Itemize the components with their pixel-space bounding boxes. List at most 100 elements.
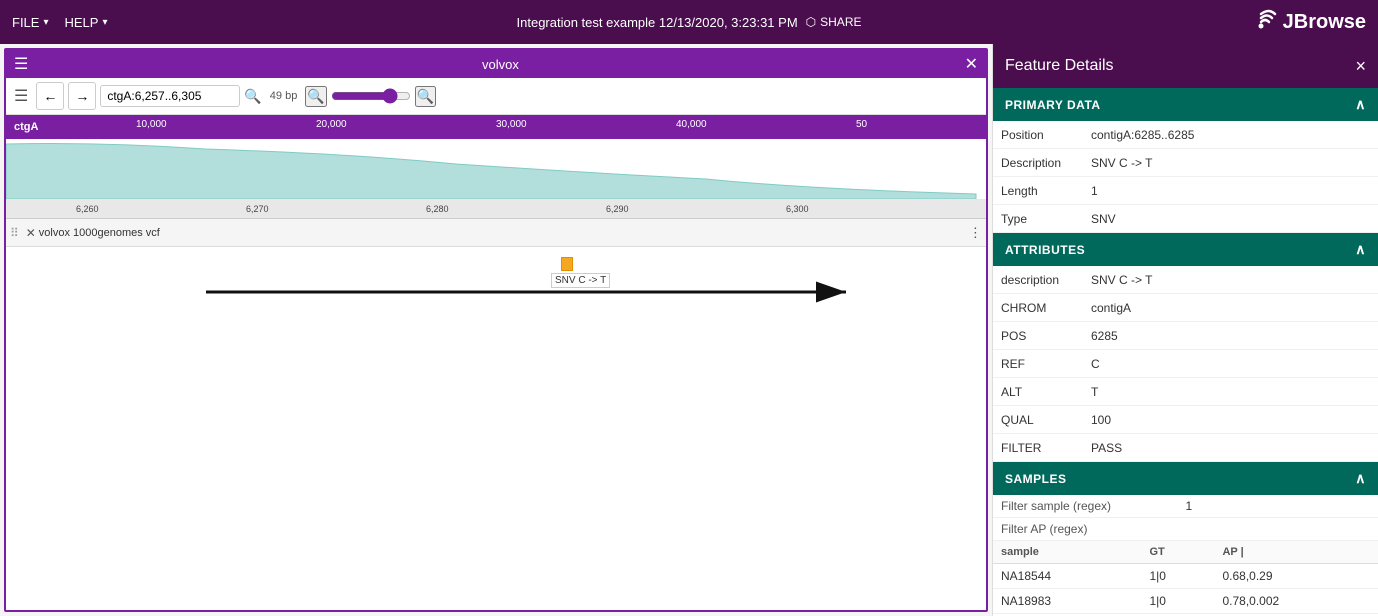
attr-row-filter: FILTER PASS	[993, 434, 1378, 462]
zoom-out-icon[interactable]: 🔍	[305, 86, 326, 107]
mini-ruler: 6,260 6,270 6,280 6,290 6,300	[6, 199, 986, 219]
ruler-tick-4: 40,000	[676, 119, 707, 130]
help-menu[interactable]: HELP ▾	[65, 15, 108, 30]
ap-na18544: 0.68,0.29	[1214, 564, 1378, 589]
sample-table: sample GT AP | NA18544 1|0 0.68,0.29 NA1…	[993, 541, 1378, 616]
snv-marker[interactable]	[561, 257, 573, 271]
primary-data-row-length: Length 1	[993, 177, 1378, 205]
mini-tick-4: 6,290	[606, 204, 629, 214]
session-title: Integration test example 12/13/2020, 3:2…	[517, 15, 798, 30]
filter-gt-row: Filter sample (regex)	[993, 495, 1378, 518]
session-title-area: Integration test example 12/13/2020, 3:2…	[517, 15, 862, 30]
mini-tick-2: 6,270	[246, 204, 269, 214]
genome-window-title: volvox	[36, 57, 964, 72]
file-menu-caret: ▾	[43, 17, 48, 28]
sample-na18983: NA18983	[993, 589, 1141, 614]
sample-row-na18544: NA18544 1|0 0.68,0.29	[993, 564, 1378, 589]
track-label-area: ⠿ ✕ volvox 1000genomes vcf ⋮	[6, 219, 986, 247]
search-button[interactable]: 🔍	[244, 88, 261, 105]
zoom-in-icon[interactable]: 🔍	[415, 86, 436, 107]
samples-chevron-icon: ∧	[1355, 470, 1366, 487]
track-close-button[interactable]: ✕	[23, 225, 39, 241]
top-bar-left: FILE ▾ HELP ▾	[12, 15, 108, 30]
hamburger-icon[interactable]: ☰	[14, 54, 28, 74]
feature-details-header: Feature Details ×	[993, 44, 1378, 88]
mini-tick-3: 6,280	[426, 204, 449, 214]
primary-data-row-description: Description SNV C -> T	[993, 149, 1378, 177]
sample-table-body: NA18544 1|0 0.68,0.29 NA18983 1|0 0.78,0…	[993, 564, 1378, 616]
ruler-ticks: 10,000 20,000 30,000 40,000 50	[6, 115, 986, 139]
samples-section-header[interactable]: SAMPLES ∧	[993, 462, 1378, 495]
ap-na18983: 0.78,0.002	[1214, 589, 1378, 614]
jbrowse-logo: JBrowse	[1245, 6, 1366, 38]
sample-row-na18983: NA18983 1|0 0.78,0.002	[993, 589, 1378, 614]
primary-data-chevron-icon: ∧	[1355, 96, 1366, 113]
attr-row-description: description SNV C -> T	[993, 266, 1378, 294]
ap-col-header: AP |	[1214, 541, 1378, 564]
overview-track	[6, 139, 986, 199]
attributes-section-header[interactable]: ATTRIBUTES ∧	[993, 233, 1378, 266]
feature-details-close-button[interactable]: ×	[1355, 56, 1366, 77]
sample-col-header: sample	[993, 541, 1141, 564]
primary-data-row-type: Type SNV	[993, 205, 1378, 233]
attr-row-alt: ALT T	[993, 378, 1378, 406]
nav-back-button[interactable]: ←	[36, 82, 64, 110]
chromosome-ruler: ctgA 10,000 20,000 30,000 40,000 50	[6, 115, 986, 139]
col-resize-handle[interactable]: |	[1241, 546, 1245, 558]
ruler-tick-2: 20,000	[316, 119, 347, 130]
list-icon[interactable]: ☰	[14, 86, 28, 106]
filter-gt-input[interactable]	[1186, 499, 1371, 513]
primary-data-rows: Position contigA:6285..6285 Description …	[993, 121, 1378, 233]
samples-section-label: SAMPLES	[1005, 472, 1067, 486]
share-button[interactable]: ⬡ SHARE	[806, 15, 862, 29]
track-drag-handle-icon[interactable]: ⠿	[10, 226, 19, 240]
attr-row-qual: QUAL 100	[993, 406, 1378, 434]
gt-na18983: 1|0	[1141, 589, 1214, 614]
left-panel: ☰ volvox ✕ ☰ ← → 🔍 49 bp 🔍 🔍	[0, 44, 992, 616]
attr-row-ref: REF C	[993, 350, 1378, 378]
primary-data-section-header[interactable]: PRIMARY DATA ∧	[993, 88, 1378, 121]
attr-row-chrom: CHROM contigA	[993, 294, 1378, 322]
share-icon: ⬡	[806, 15, 816, 29]
attr-row-pos: POS 6285	[993, 322, 1378, 350]
overview-curve-svg	[6, 139, 986, 199]
filter-ap-input[interactable]	[1186, 522, 1371, 536]
feature-details-title: Feature Details	[1005, 57, 1355, 75]
jbrowse-logo-icon	[1245, 6, 1277, 38]
track-menu-button[interactable]: ⋮	[969, 225, 982, 241]
big-arrow-annotation	[6, 267, 906, 317]
snv-label: SNV C -> T	[551, 273, 610, 288]
detail-track: SNV C -> T	[6, 247, 986, 327]
location-input[interactable]	[100, 85, 240, 107]
primary-data-section-label: PRIMARY DATA	[1005, 98, 1101, 112]
sample-na18544: NA18544	[993, 564, 1141, 589]
nav-forward-button[interactable]: →	[68, 82, 96, 110]
help-menu-label: HELP	[65, 15, 99, 30]
track-area: ctgA 10,000 20,000 30,000 40,000 50	[6, 115, 986, 610]
genome-window: ☰ volvox ✕ ☰ ← → 🔍 49 bp 🔍 🔍	[4, 48, 988, 612]
attributes-section-label: ATTRIBUTES	[1005, 243, 1085, 257]
jbrowse-logo-text: JBrowse	[1283, 11, 1366, 34]
top-bar-right: JBrowse	[1245, 6, 1366, 38]
genome-window-close-icon[interactable]: ✕	[965, 54, 978, 74]
sample-table-header-row: sample GT AP |	[993, 541, 1378, 564]
mini-tick-1: 6,260	[76, 204, 99, 214]
zoom-slider-container	[331, 88, 411, 104]
gt-col-header: GT	[1141, 541, 1214, 564]
zoom-info: 49 bp	[270, 90, 298, 102]
attributes-rows: description SNV C -> T CHROM contigA POS…	[993, 266, 1378, 462]
file-menu[interactable]: FILE ▾	[12, 15, 49, 30]
help-menu-caret: ▾	[102, 17, 107, 28]
ruler-tick-3: 30,000	[496, 119, 527, 130]
gt-na18544: 1|0	[1141, 564, 1214, 589]
genome-window-titlebar: ☰ volvox ✕	[6, 50, 986, 78]
mini-tick-5: 6,300	[786, 204, 809, 214]
share-label: SHARE	[820, 15, 861, 29]
filter-ap-row: Filter AP (regex)	[993, 518, 1378, 541]
filter-ap-label: Filter AP (regex)	[1001, 522, 1186, 536]
ruler-tick-1: 10,000	[136, 119, 167, 130]
track-label: volvox 1000genomes vcf	[39, 227, 969, 239]
right-panel: Feature Details × PRIMARY DATA ∧ Positio…	[992, 44, 1378, 616]
attributes-chevron-icon: ∧	[1355, 241, 1366, 258]
zoom-slider[interactable]	[331, 88, 411, 104]
